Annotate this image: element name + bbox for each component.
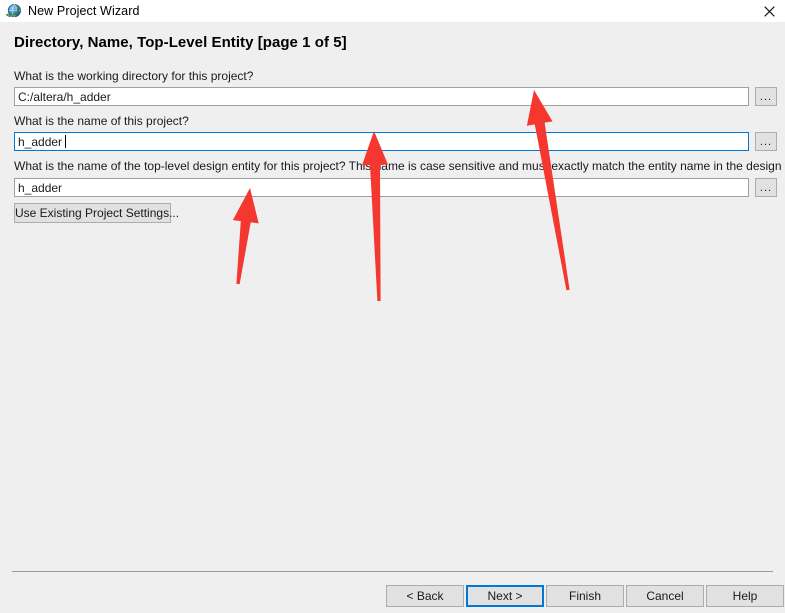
page-title: Directory, Name, Top-Level Entity [page … [14,34,347,51]
working-directory-label: What is the working directory for this p… [14,69,254,83]
cancel-button[interactable]: Cancel [626,585,704,607]
help-button[interactable]: Help [706,585,784,607]
window-title: New Project Wizard [28,4,140,18]
wizard-content: What is the working directory for this p… [0,63,785,571]
project-name-input[interactable] [14,132,749,151]
back-button[interactable]: < Back [386,585,464,607]
project-name-label: What is the name of this project? [14,114,189,128]
next-button[interactable]: Next > [466,585,544,607]
title-bar: New Project Wizard [0,0,785,22]
footer-button-bar: < Back Next > Finish Cancel Help [0,572,785,613]
top-level-entity-input[interactable] [14,178,749,197]
close-icon[interactable] [753,0,785,22]
finish-button[interactable]: Finish [546,585,624,607]
new-project-wizard-window: New Project Wizard Directory, Name, Top-… [0,0,785,613]
project-name-browse-button[interactable]: ... [755,132,777,151]
page-header: Directory, Name, Top-Level Entity [page … [0,22,785,63]
working-directory-input[interactable] [14,87,749,106]
top-level-entity-browse-button[interactable]: ... [755,178,777,197]
top-level-entity-label: What is the name of the top-level design… [14,159,785,173]
working-directory-browse-button[interactable]: ... [755,87,777,106]
quartus-globe-icon [6,3,22,19]
text-caret [65,135,66,148]
use-existing-project-settings-button[interactable]: Use Existing Project Settings... [14,203,179,223]
